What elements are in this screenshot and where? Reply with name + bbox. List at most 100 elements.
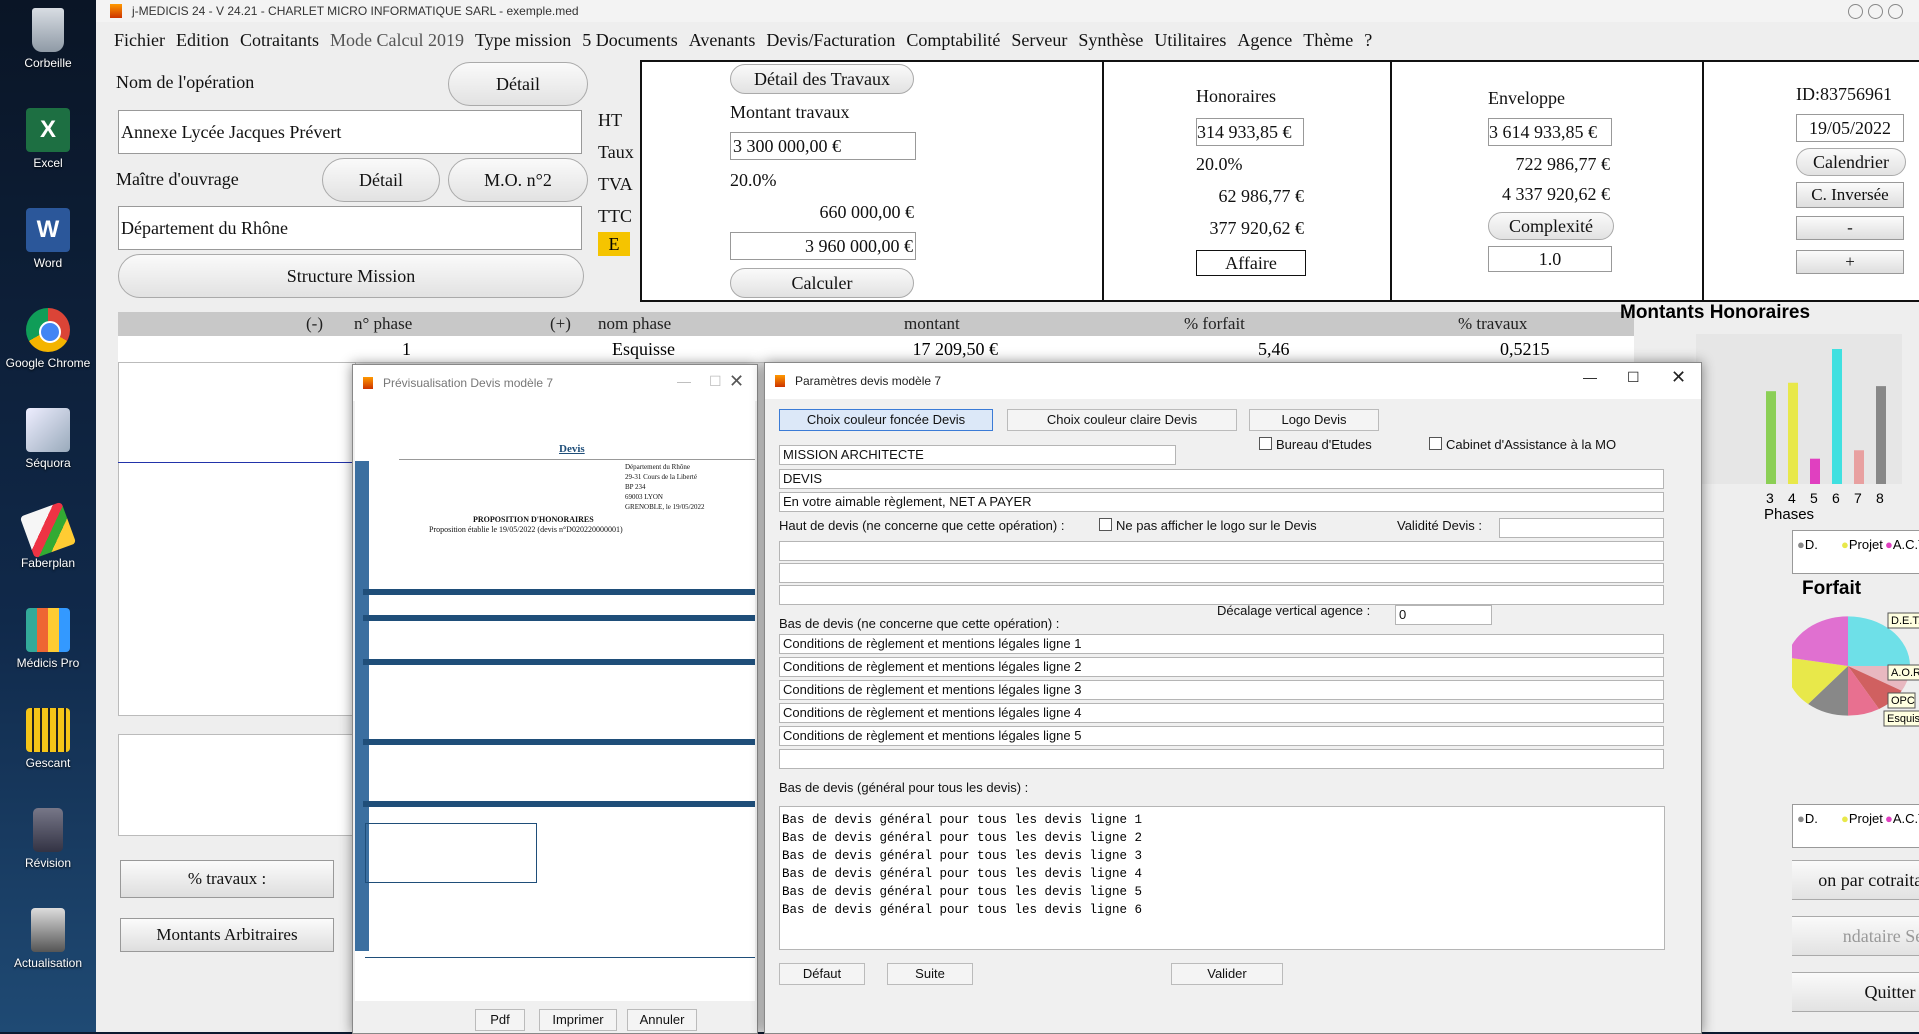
calculer-button[interactable]: Calculer (730, 268, 914, 298)
menu-item-7[interactable]: Devis/Facturation (766, 30, 895, 50)
cotraitant-button[interactable]: on par cotraitant (5) (1792, 860, 1919, 900)
travaux-ttc-field[interactable]: 3 960 000,00 € (730, 232, 916, 260)
mission-field[interactable]: MISSION ARCHITECTE (779, 445, 1176, 465)
close-icon[interactable]: ✕ (1671, 367, 1686, 388)
minimize-icon[interactable]: — (677, 373, 691, 389)
quitter-button[interactable]: Quitter (1792, 972, 1919, 1012)
condition-field[interactable]: Conditions de règlement et mentions léga… (779, 634, 1664, 654)
doc-conditions-box (365, 823, 537, 883)
menu-item-9[interactable]: Serveur (1011, 30, 1067, 50)
menu-item-14[interactable]: ? (1364, 30, 1372, 50)
minus-button[interactable]: - (1796, 216, 1904, 240)
svg-text:OPC: OPC (1891, 695, 1915, 707)
affaire-button[interactable]: Affaire (1196, 250, 1306, 276)
menu-item-4[interactable]: Type mission (475, 30, 571, 50)
cabinet-checkbox[interactable]: Cabinet d'Assistance à la MO (1429, 437, 1616, 452)
no-logo-checkbox[interactable]: Ne pas afficher le logo sur le Devis (1099, 518, 1317, 533)
condition-field[interactable]: Conditions de règlement et mentions léga… (779, 726, 1664, 746)
operation-detail-button[interactable]: Détail (448, 62, 588, 106)
doc-section-bar (363, 615, 755, 621)
valider-button[interactable]: Valider (1171, 963, 1283, 985)
table-body-area (118, 362, 356, 716)
table-row[interactable]: 1 Esquisse 17 209,50 € 5,46 0,5215 (118, 336, 1634, 363)
menu-item-10[interactable]: Synthèse (1078, 30, 1143, 50)
mandataire-seul-button[interactable]: ndataire Seul (1792, 916, 1919, 956)
light-color-button[interactable]: Choix couleur claire Devis (1007, 409, 1237, 431)
desktop-icon-excel[interactable]: X Excel (0, 108, 96, 170)
devis-field[interactable]: DEVIS (779, 469, 1664, 489)
calendrier-button[interactable]: Calendrier (1796, 148, 1906, 176)
e-badge[interactable]: E (598, 232, 630, 256)
col-plus[interactable]: (+) (550, 314, 571, 334)
haut-devis-field[interactable] (779, 563, 1664, 583)
condition-field[interactable] (779, 749, 1664, 769)
menu-item-6[interactable]: Avenants (689, 30, 756, 50)
desktop-icon-actualisation[interactable]: Actualisation (0, 908, 96, 970)
complexite-button[interactable]: Complexité (1488, 212, 1614, 240)
desktop-icon-medicis-pro[interactable]: Médicis Pro (0, 608, 96, 670)
desktop-icon-word[interactable]: W Word (0, 208, 96, 270)
defaut-button[interactable]: Défaut (779, 963, 865, 985)
desktop-icon-chrome[interactable]: Google Chrome (0, 308, 96, 370)
complexite-field[interactable]: 1.0 (1488, 246, 1612, 272)
c-inversee-button[interactable]: C. Inversée (1796, 182, 1904, 208)
pdf-button[interactable]: Pdf (475, 1009, 525, 1031)
minimize-icon[interactable] (1848, 4, 1863, 19)
minimize-icon[interactable]: — (1583, 369, 1597, 385)
menu-item-5[interactable]: 5 Documents (582, 30, 677, 50)
haut-devis-field[interactable] (779, 541, 1664, 561)
haut-devis-field[interactable] (779, 585, 1664, 605)
bas-general-line: Bas de devis général pour tous les devis… (782, 831, 1143, 845)
date-field[interactable]: 19/05/2022 (1796, 114, 1904, 142)
desktop-icon-gescant[interactable]: Gescant (0, 708, 96, 770)
detail-travaux-button[interactable]: Détail des Travaux (730, 64, 914, 94)
annuler-button[interactable]: Annuler (627, 1009, 697, 1031)
menu-item-12[interactable]: Agence (1237, 30, 1292, 50)
travaux-ht-field[interactable]: 3 300 000,00 € (730, 132, 916, 160)
menu-item-3[interactable]: Mode Calcul 2019 (330, 30, 464, 50)
taux-label: Taux (598, 142, 634, 162)
menu-item-13[interactable]: Thème (1303, 30, 1353, 50)
structure-mission-button[interactable]: Structure Mission (118, 254, 584, 298)
owner-detail-button[interactable]: Détail (322, 158, 440, 202)
mo2-button[interactable]: M.O. n°2 (448, 158, 588, 202)
menu-item-11[interactable]: Utilitaires (1154, 30, 1226, 50)
close-icon[interactable] (1888, 4, 1903, 19)
maximize-icon[interactable]: ☐ (709, 373, 722, 390)
desktop-icon-revision[interactable]: Révision (0, 808, 96, 870)
desktop-icon-faberplan[interactable]: Faberplan (0, 501, 96, 570)
menu-item-1[interactable]: Edition (176, 30, 229, 50)
menu-item-8[interactable]: Comptabilité (906, 30, 1000, 50)
bas-devis-label: Bas de devis (ne concerne que cette opér… (779, 616, 1060, 631)
honoraires-ht-field[interactable]: 314 933,85 € (1196, 118, 1304, 146)
bureau-etudes-checkbox[interactable]: Bureau d'Etudes (1259, 437, 1372, 452)
pct-travaux-button[interactable]: % travaux : (120, 860, 334, 898)
condition-field[interactable]: Conditions de règlement et mentions léga… (779, 657, 1664, 677)
logo-button[interactable]: Logo Devis (1249, 409, 1379, 431)
montants-arbitraires-button[interactable]: Montants Arbitraires (120, 918, 334, 952)
menu-item-2[interactable]: Cotraitants (240, 30, 319, 50)
operation-name-field[interactable]: Annexe Lycée Jacques Prévert (118, 110, 582, 154)
condition-field[interactable]: Conditions de règlement et mentions léga… (779, 703, 1664, 723)
dark-color-button[interactable]: Choix couleur foncée Devis (779, 409, 993, 431)
app-logo-icon (775, 375, 785, 387)
validite-field[interactable] (1499, 518, 1664, 538)
maximize-icon[interactable]: ☐ (1627, 369, 1640, 386)
close-icon[interactable]: ✕ (729, 371, 744, 392)
enveloppe-ht-field[interactable]: 3 614 933,85 € (1488, 118, 1612, 146)
col-minus[interactable]: (-) (306, 314, 323, 334)
bas-general-textarea[interactable]: Bas de devis général pour tous les devis… (779, 806, 1665, 950)
chart-plot-area (1696, 334, 1902, 484)
menu-item-0[interactable]: Fichier (114, 30, 165, 50)
desktop-icon-sequora[interactable]: Séquora (0, 408, 96, 470)
decalage-field[interactable]: 0 (1395, 605, 1492, 625)
suite-button[interactable]: Suite (887, 963, 973, 985)
owner-field[interactable]: Département du Rhône (118, 206, 582, 250)
document-preview[interactable]: Devis Département du Rhône 29-31 Cours d… (355, 401, 755, 1001)
reglement-field[interactable]: En votre aimable règlement, NET A PAYER (779, 492, 1664, 512)
plus-button[interactable]: + (1796, 250, 1904, 274)
imprimer-button[interactable]: Imprimer (539, 1009, 617, 1031)
maximize-icon[interactable] (1868, 4, 1883, 19)
desktop-icon-corbeille[interactable]: Corbeille (0, 8, 96, 70)
condition-field[interactable]: Conditions de règlement et mentions léga… (779, 680, 1664, 700)
